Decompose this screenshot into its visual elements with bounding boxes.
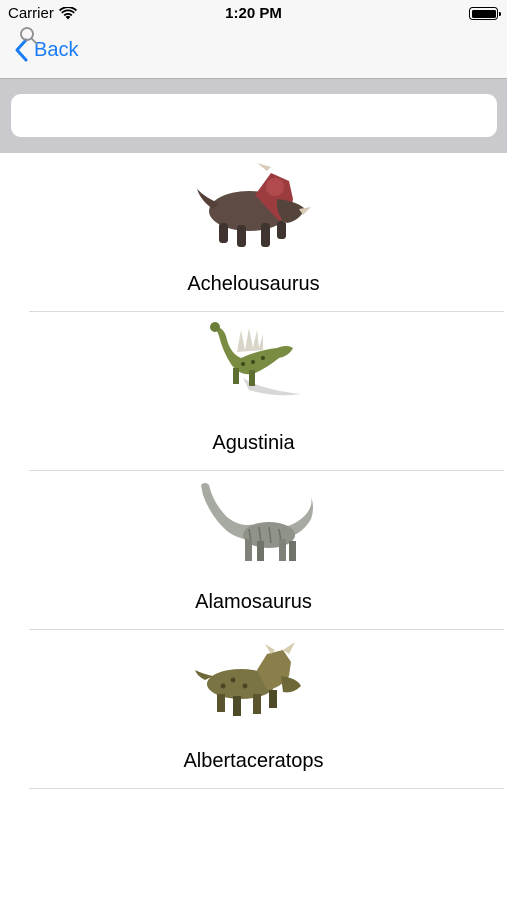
status-time: 1:20 PM [225,5,282,22]
search-bar [0,79,507,153]
row-separator [29,788,504,789]
triceratops-like-dinosaur-image [197,163,311,247]
back-label: Back [34,38,79,61]
list-item-achelousaurus[interactable]: Achelousaurus [0,153,507,312]
back-button[interactable]: Back [14,38,78,62]
battery-icon [469,7,501,20]
dinosaur-name: Albertaceratops [183,750,324,772]
navigation-bar: Back [0,28,507,78]
long-neck-sauropod-dinosaur-image [201,483,313,561]
dinosaur-name: Agustinia [212,432,295,454]
chevron-left-icon [15,38,28,62]
dinosaur-list: Achelousaurus Agustinia Alamosaurus Albe… [0,153,507,789]
list-item-alamosaurus[interactable]: Alamosaurus [0,471,507,630]
spiked-sauropod-dinosaur-image [210,322,301,396]
dinosaur-name: Alamosaurus [195,591,312,613]
status-bar: Carrier 1:20 PM [0,0,507,28]
list-item-albertaceratops[interactable]: Albertaceratops [0,630,507,789]
horned-ceratopsian-dinosaur-image [195,642,301,716]
search-input[interactable] [11,94,497,137]
dinosaur-name: Achelousaurus [187,273,320,295]
list-item-agustinia[interactable]: Agustinia [0,312,507,471]
